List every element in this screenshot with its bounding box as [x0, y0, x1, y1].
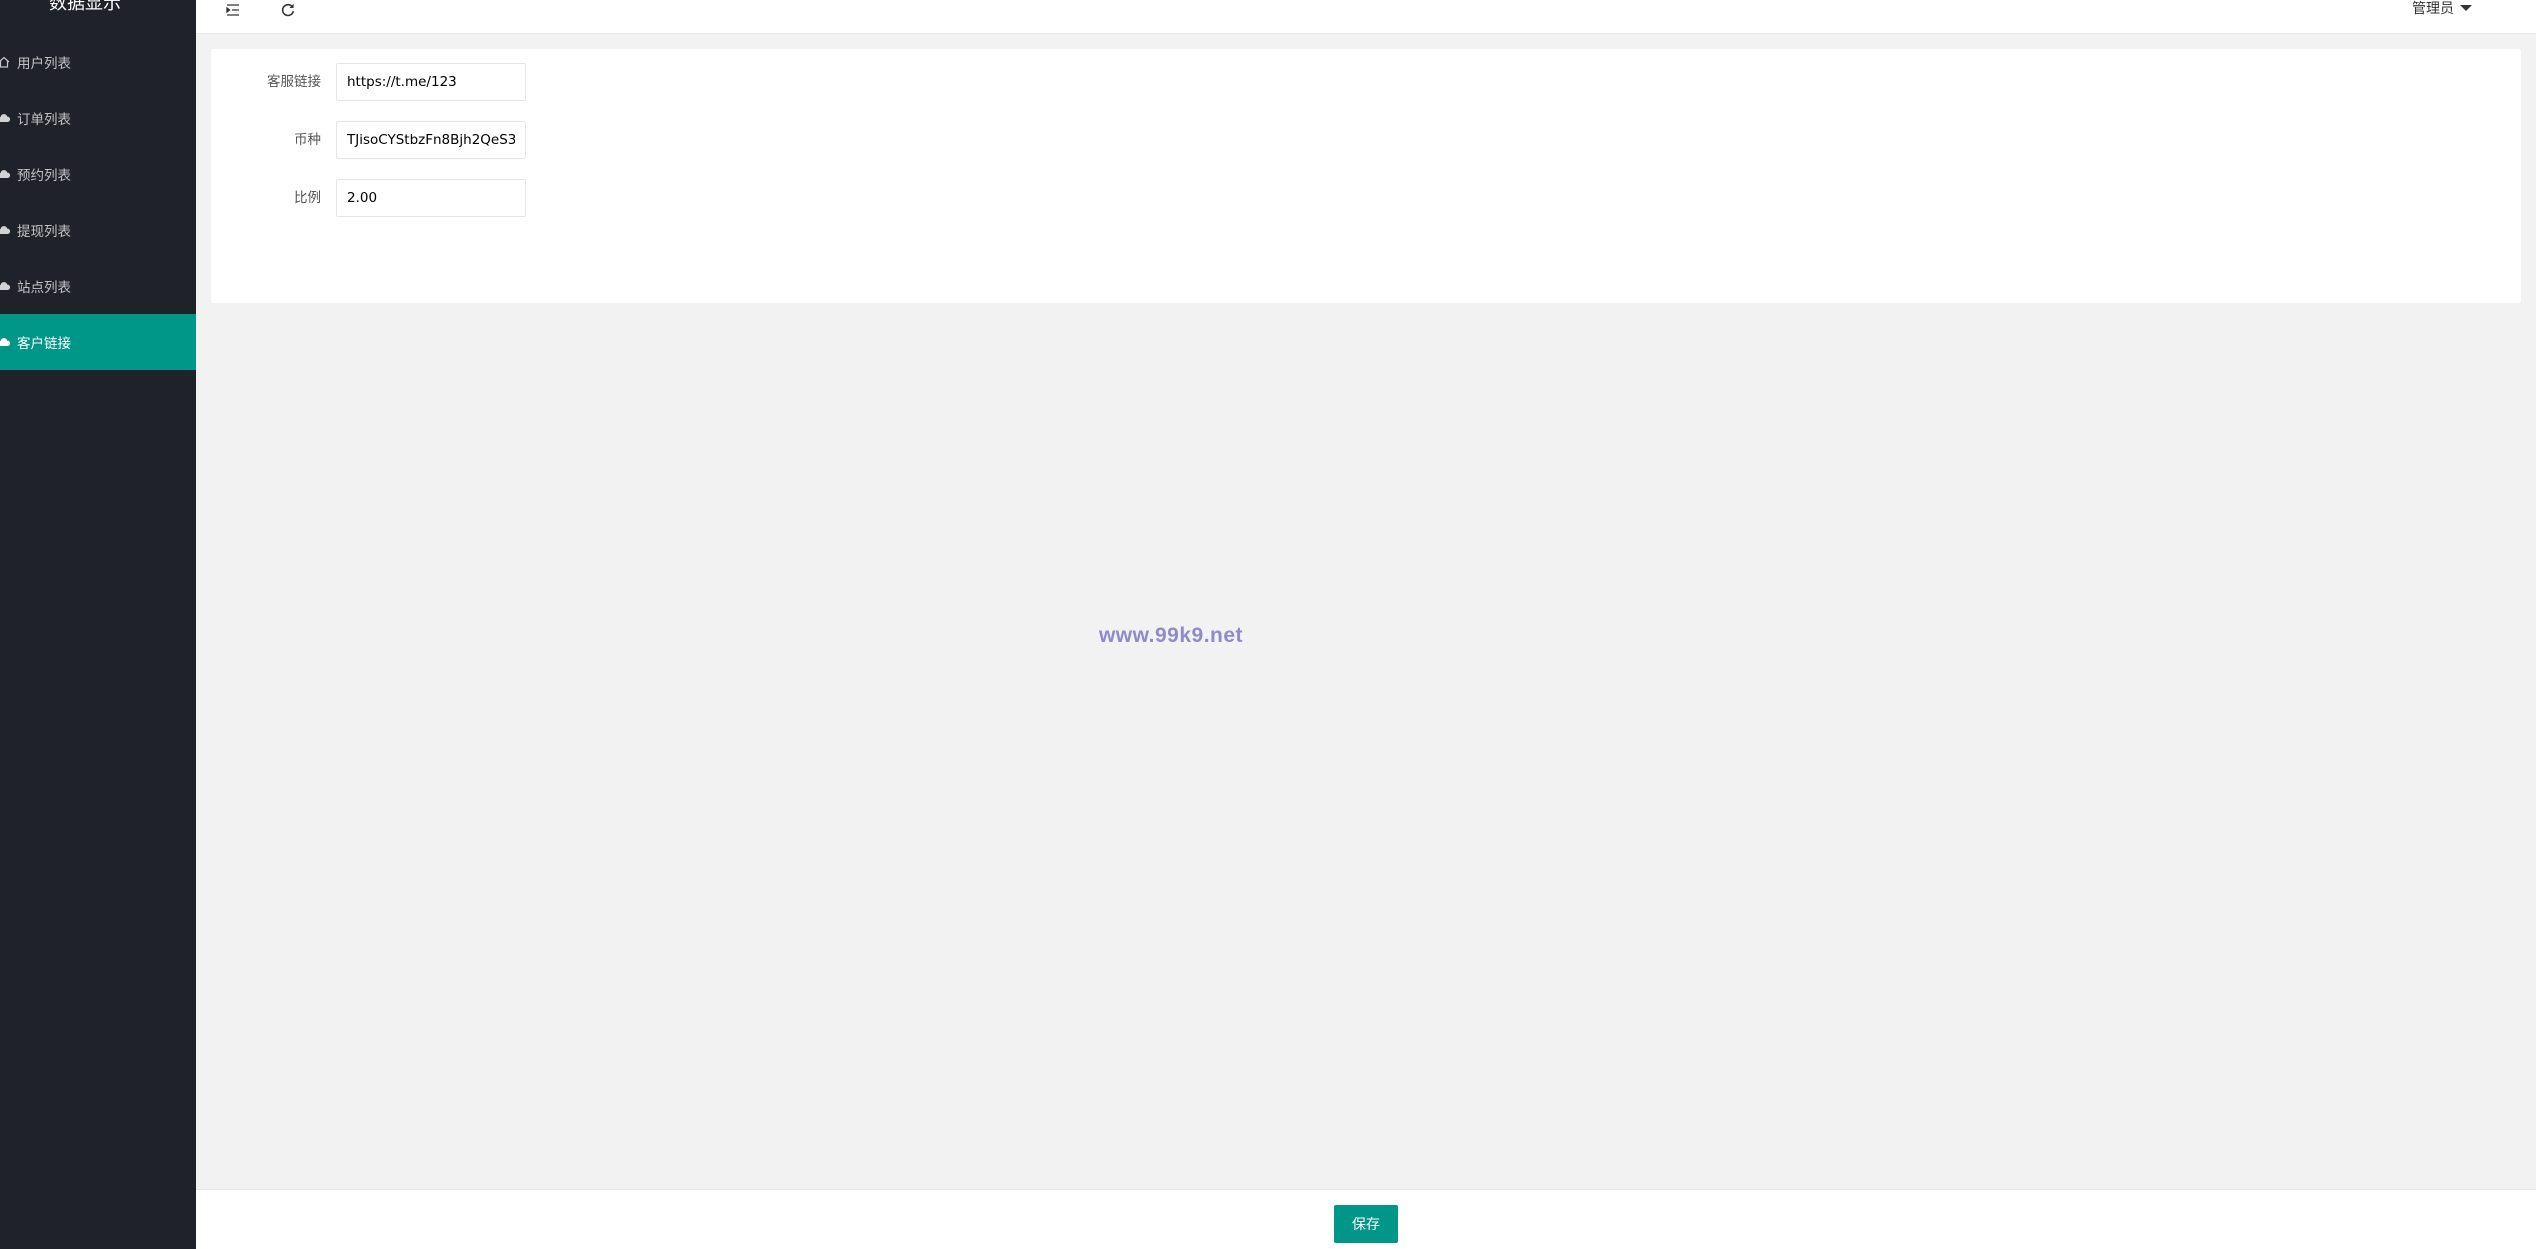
settings-form-card: 客服链接 币种 比例	[211, 49, 2521, 303]
top-header: 管理员	[196, 0, 2536, 34]
chevron-down-icon	[2460, 5, 2472, 11]
sidebar-item-orders[interactable]: 订单列表	[0, 90, 196, 146]
form-row-currency: 币种	[211, 121, 811, 159]
sidebar-nav: 用户列表 订单列表 预约列表 提现列表 站点列表 客户链接	[0, 34, 196, 370]
sidebar-item-sites[interactable]: 站点列表	[0, 258, 196, 314]
sidebar-item-users[interactable]: 用户列表	[0, 34, 196, 90]
cloud-icon	[0, 111, 11, 125]
sidebar-item-label: 提现列表	[17, 224, 71, 240]
refresh-icon	[280, 2, 296, 18]
indent-icon	[225, 2, 241, 18]
cloud-icon	[0, 167, 11, 181]
sidebar-item-label: 订单列表	[17, 112, 71, 128]
home-icon	[0, 55, 11, 69]
app-logo: 数据显示	[49, 0, 121, 14]
currency-label: 币种	[294, 132, 321, 148]
sidebar-item-label: 预约列表	[17, 168, 71, 184]
menu-toggle-button[interactable]	[223, 0, 243, 20]
ratio-input[interactable]	[336, 179, 526, 217]
service-link-input[interactable]	[336, 63, 526, 101]
sidebar-item-customer-links[interactable]: 客户链接	[0, 314, 196, 370]
cloud-icon	[0, 279, 11, 293]
cloud-icon	[0, 335, 11, 349]
save-button[interactable]: 保存	[1334, 1205, 1398, 1243]
watermark-text: www.99k9.net	[1098, 624, 1244, 647]
sidebar-item-label: 用户列表	[17, 56, 71, 72]
refresh-button[interactable]	[278, 0, 298, 20]
user-name: 管理员	[2412, 1, 2454, 17]
sidebar-item-label: 站点列表	[17, 280, 71, 296]
service-link-label: 客服链接	[267, 74, 321, 90]
currency-input[interactable]	[336, 121, 526, 159]
cloud-icon	[0, 223, 11, 237]
form-row-service-link: 客服链接	[211, 63, 811, 101]
sidebar-item-reservations[interactable]: 预约列表	[0, 146, 196, 202]
watermark: www.99k9.net	[0, 624, 2536, 648]
footer-bar: 保存	[196, 1189, 2536, 1249]
ratio-label: 比例	[294, 190, 321, 206]
sidebar-item-label: 客户链接	[17, 336, 71, 352]
user-menu[interactable]: 管理员	[2412, 0, 2472, 18]
form-row-ratio: 比例	[211, 179, 811, 217]
sidebar-item-withdrawals[interactable]: 提现列表	[0, 202, 196, 258]
